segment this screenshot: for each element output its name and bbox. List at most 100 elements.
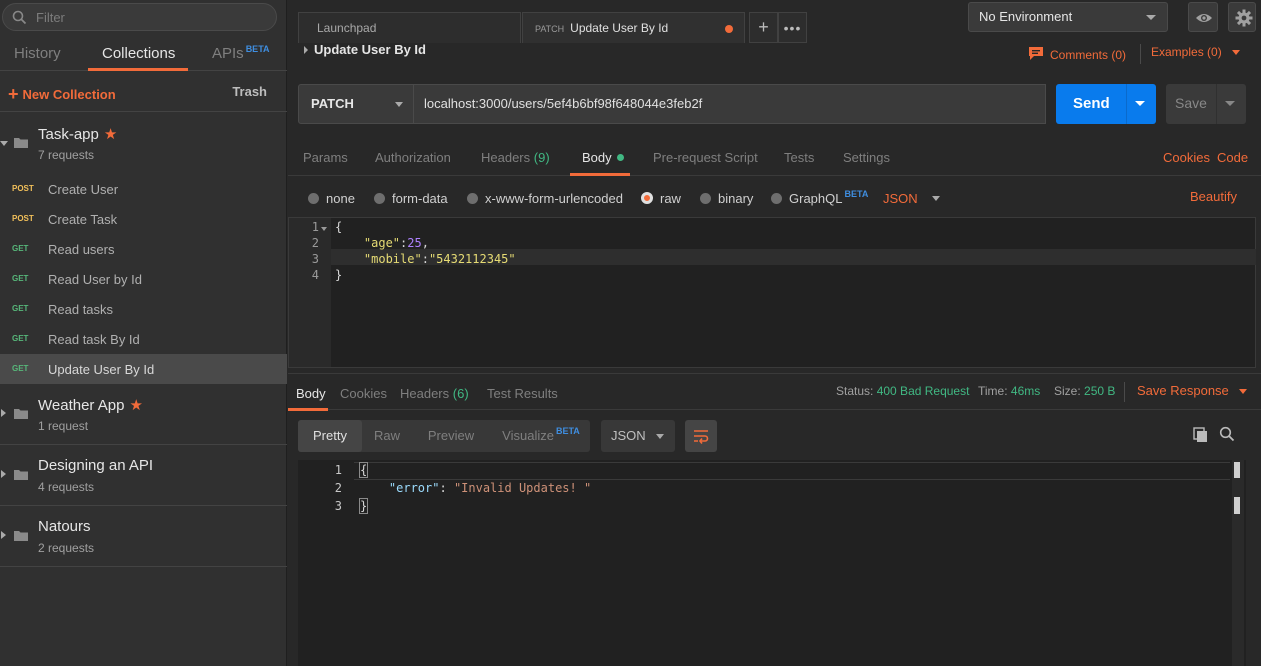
tab-update-user-by-id[interactable]: PATCH Update User By Id: [522, 12, 745, 43]
view-pretty[interactable]: Pretty: [298, 420, 362, 452]
line-number: 4: [311, 268, 319, 282]
settings-button[interactable]: [1228, 2, 1256, 32]
request-body-editor[interactable]: 1 2 3 4 { "age":25, "mobile":"5432112345…: [288, 217, 1256, 368]
tab-tests[interactable]: Tests: [784, 150, 814, 165]
code-line: {: [335, 220, 343, 234]
new-tab-button[interactable]: +: [749, 12, 778, 43]
response-view-toggle: Pretty Raw Preview Visualize BETA: [298, 420, 590, 452]
response-format-select[interactable]: JSON: [601, 420, 675, 452]
collection-natours[interactable]: Natours 2 requests: [0, 506, 287, 567]
radio-graphql[interactable]: GraphQL BETA: [771, 189, 868, 206]
response-body-viewer[interactable]: 1 2 3 { "error": "Invalid Updates! " }: [298, 460, 1246, 666]
trash-button[interactable]: Trash: [232, 84, 267, 99]
new-collection-button[interactable]: + New Collection: [8, 83, 116, 104]
tab-body[interactable]: Body: [582, 150, 624, 165]
request-item-read-user-by-id[interactable]: GET Read User by Id: [0, 264, 287, 294]
filter-input[interactable]: [36, 4, 266, 30]
chevron-right-icon[interactable]: [1, 409, 6, 417]
request-item-read-tasks[interactable]: GET Read tasks: [0, 294, 287, 324]
scrollbar[interactable]: [1232, 460, 1244, 666]
request-item-create-user[interactable]: POST Create User: [0, 174, 287, 204]
request-title[interactable]: Update User By Id: [304, 42, 426, 57]
fold-icon[interactable]: [321, 227, 327, 231]
json-number: 25: [407, 236, 422, 250]
cookies-link[interactable]: Cookies: [1163, 150, 1210, 165]
star-icon[interactable]: ★: [129, 397, 142, 414]
tab-collections[interactable]: Collections: [102, 45, 175, 62]
tab-response-body[interactable]: Body: [296, 386, 326, 401]
beautify-button[interactable]: Beautify: [1190, 189, 1237, 204]
radio-form-data[interactable]: form-data: [374, 191, 448, 206]
tab-launchpad[interactable]: Launchpad: [298, 12, 521, 43]
environment-select[interactable]: No Environment: [968, 2, 1168, 32]
send-button[interactable]: Send: [1056, 84, 1156, 124]
radio-urlencoded[interactable]: x-www-form-urlencoded: [467, 191, 623, 206]
tab-apis[interactable]: APIs BETA: [212, 44, 270, 62]
status-value[interactable]: 400 Bad Request: [877, 384, 970, 398]
view-preview[interactable]: Preview: [418, 420, 484, 452]
copy-icon[interactable]: [1193, 427, 1209, 443]
radio-circle: [641, 192, 653, 204]
time-label: Time:: [978, 384, 1008, 398]
view-raw[interactable]: Raw: [362, 420, 412, 452]
method-select[interactable]: PATCH: [298, 84, 414, 124]
search-icon[interactable]: [1219, 426, 1235, 442]
collection-count: 2 requests: [38, 541, 95, 555]
chevron-down-icon[interactable]: [1135, 101, 1145, 106]
tab-authorization[interactable]: Authorization: [375, 150, 451, 165]
request-item-read-users[interactable]: GET Read users: [0, 234, 287, 264]
request-item-read-task-by-id[interactable]: GET Read task By Id: [0, 324, 287, 354]
filter-field[interactable]: [2, 3, 277, 31]
status-dot: [616, 154, 624, 161]
divider: [1126, 84, 1127, 124]
tab-history[interactable]: History: [14, 45, 61, 62]
tab-pre-request-script[interactable]: Pre-request Script: [653, 150, 758, 165]
chevron-right-icon[interactable]: [1, 470, 6, 478]
time-value[interactable]: 46ms: [1011, 384, 1040, 398]
response-toolbar: Pretty Raw Preview Visualize BETA JSON: [298, 420, 1246, 452]
main-panel: Launchpad PATCH Update User By Id + ••• N…: [288, 0, 1261, 666]
request-item-update-user-by-id[interactable]: GET Update User By Id: [0, 354, 287, 384]
chevron-down-icon[interactable]: [1225, 101, 1235, 106]
gear-icon: [1235, 9, 1253, 27]
more-tabs-button[interactable]: •••: [778, 12, 807, 43]
radio-raw[interactable]: raw: [641, 191, 681, 206]
save-button[interactable]: Save: [1166, 84, 1246, 124]
save-response-button[interactable]: Save Response: [1137, 383, 1247, 398]
method-select-label: PATCH: [311, 96, 354, 111]
tab-params[interactable]: Params: [303, 150, 348, 165]
collections-toolbar: + New Collection Trash: [0, 72, 287, 112]
chevron-down-icon[interactable]: [0, 141, 8, 146]
request-item-create-task[interactable]: POST Create Task: [0, 204, 287, 234]
examples-button[interactable]: Examples (0): [1151, 45, 1240, 59]
collection-designing-an-api[interactable]: Designing an API 4 requests: [0, 445, 287, 506]
radio-none[interactable]: none: [308, 191, 355, 206]
chevron-down-icon: [1238, 389, 1247, 394]
url-input[interactable]: localhost:3000/users/5ef4b6bf98f648044e3…: [414, 84, 1046, 124]
tab-response-headers[interactable]: Headers (6): [400, 386, 469, 401]
body-format-select[interactable]: JSON: [883, 191, 940, 206]
tab-headers[interactable]: Headers (9): [481, 150, 550, 165]
code-line: }: [335, 268, 343, 282]
tab-settings[interactable]: Settings: [843, 150, 890, 165]
tab-method: PATCH: [535, 24, 565, 34]
request-name: Read tasks: [48, 302, 114, 317]
radio-circle: [374, 193, 385, 204]
chevron-right-icon[interactable]: [1, 531, 6, 539]
radio-label: none: [326, 191, 355, 206]
collection-name-text: Task-app: [38, 126, 99, 143]
collection-task-app[interactable]: Task-app ★ 7 requests: [0, 113, 287, 174]
tab-test-results[interactable]: Test Results: [487, 386, 558, 401]
collection-weather-app[interactable]: Weather App ★ 1 request: [0, 384, 287, 445]
star-icon[interactable]: ★: [104, 126, 117, 143]
environment-quick-look-button[interactable]: [1188, 2, 1218, 32]
radio-binary[interactable]: binary: [700, 191, 753, 206]
tab-response-cookies[interactable]: Cookies: [340, 386, 387, 401]
code-link[interactable]: Code: [1217, 150, 1248, 165]
view-visualize[interactable]: Visualize BETA: [494, 420, 588, 452]
comments-button[interactable]: Comments (0): [1028, 44, 1126, 62]
size-readout: Size: 250 B: [1054, 384, 1115, 398]
wrap-lines-button[interactable]: [685, 420, 717, 452]
size-value[interactable]: 250 B: [1084, 384, 1115, 398]
radio-circle: [771, 193, 782, 204]
